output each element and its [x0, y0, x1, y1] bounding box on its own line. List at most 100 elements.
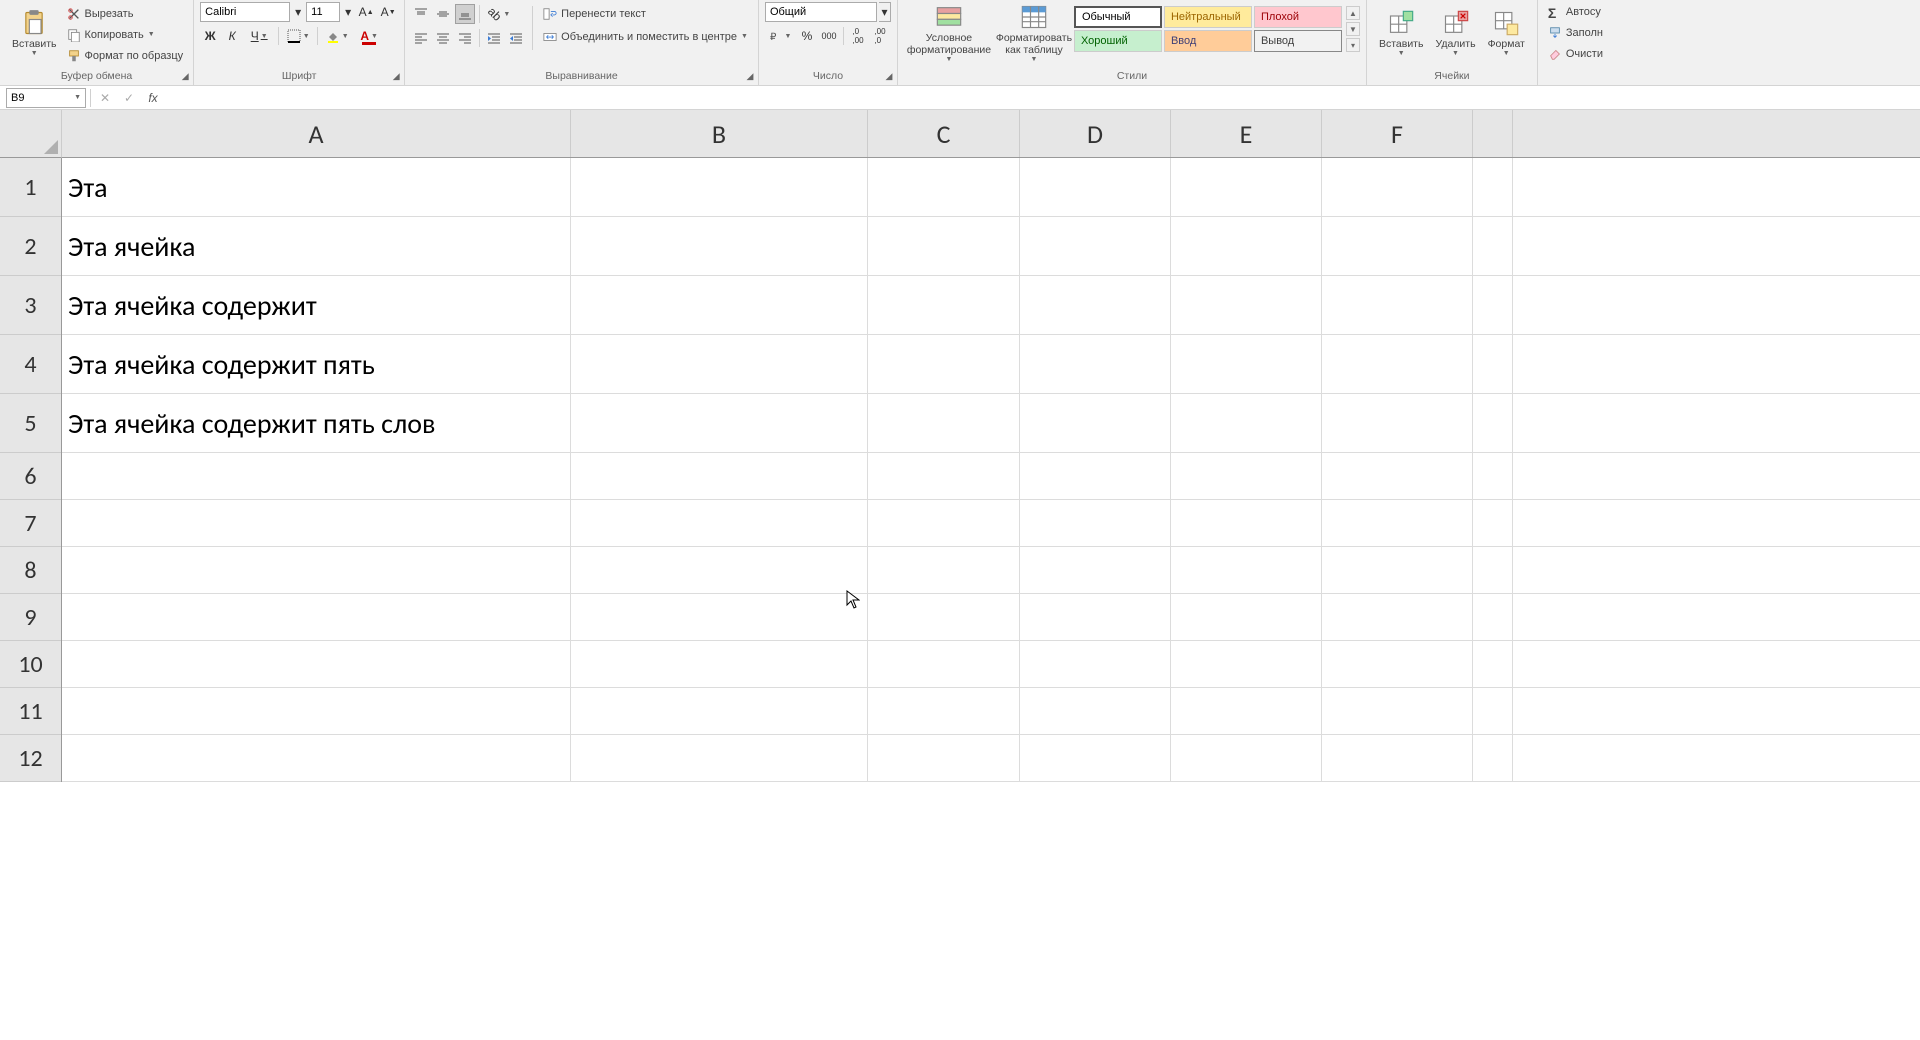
number-format-dropdown[interactable]: ▾	[879, 2, 891, 22]
cell-E4[interactable]	[1171, 335, 1322, 394]
cell-2[interactable]	[1473, 217, 1513, 276]
confirm-formula-button[interactable]: ✓	[119, 88, 139, 108]
comma-button[interactable]: 000	[819, 26, 839, 46]
cell-D9[interactable]	[1020, 594, 1171, 641]
cell-1[interactable]	[1473, 158, 1513, 217]
font-name-dropdown[interactable]: ▾	[292, 2, 304, 22]
fill-button[interactable]: Заполн	[1544, 23, 1607, 42]
row-header-2[interactable]: 2	[0, 217, 61, 276]
cell-C11[interactable]	[868, 688, 1020, 735]
delete-cells-button[interactable]: Удалить▼	[1429, 2, 1481, 64]
font-size-dropdown[interactable]: ▾	[342, 2, 354, 22]
cell-11[interactable]	[1473, 688, 1513, 735]
cell-B9[interactable]	[571, 594, 868, 641]
cell-D10[interactable]	[1020, 641, 1171, 688]
style-neutral[interactable]: Нейтральный	[1164, 6, 1252, 28]
decrease-indent-button[interactable]	[484, 28, 504, 48]
cut-button[interactable]: Вырезать	[63, 4, 188, 23]
number-dialog-launcher[interactable]: ◢	[883, 70, 895, 82]
cell-A6[interactable]	[62, 453, 571, 500]
cell-C6[interactable]	[868, 453, 1020, 500]
cell-C3[interactable]	[868, 276, 1020, 335]
row-header-6[interactable]: 6	[0, 453, 61, 500]
cell-E6[interactable]	[1171, 453, 1322, 500]
cell-C12[interactable]	[868, 735, 1020, 782]
cell-D12[interactable]	[1020, 735, 1171, 782]
increase-indent-button[interactable]	[506, 28, 526, 48]
italic-button[interactable]: К	[222, 26, 242, 46]
decrease-font-button[interactable]: A▼	[378, 2, 398, 22]
cell-A11[interactable]	[62, 688, 571, 735]
align-bottom-button[interactable]	[455, 4, 475, 24]
cell-D1[interactable]	[1020, 158, 1171, 217]
increase-decimal-button[interactable]: ,0,00	[848, 26, 868, 46]
name-box[interactable]: B9 ▼	[6, 88, 86, 108]
underline-button[interactable]: Ч▼	[244, 26, 274, 46]
cell-D2[interactable]	[1020, 217, 1171, 276]
cell-F3[interactable]	[1322, 276, 1473, 335]
align-middle-button[interactable]	[433, 4, 453, 24]
cell-D8[interactable]	[1020, 547, 1171, 594]
cell-E12[interactable]	[1171, 735, 1322, 782]
cell-A2[interactable]: Эта ячейка	[62, 217, 571, 276]
alignment-dialog-launcher[interactable]: ◢	[744, 70, 756, 82]
insert-cells-button[interactable]: Вставить▼	[1373, 2, 1430, 64]
row-header-1[interactable]: 1	[0, 158, 61, 217]
clipboard-dialog-launcher[interactable]: ◢	[179, 70, 191, 82]
cell-E11[interactable]	[1171, 688, 1322, 735]
formula-input[interactable]	[167, 88, 1914, 108]
col-header-D[interactable]: D	[1020, 110, 1171, 157]
cell-D5[interactable]	[1020, 394, 1171, 453]
cell-E7[interactable]	[1171, 500, 1322, 547]
cell-F5[interactable]	[1322, 394, 1473, 453]
cell-F4[interactable]	[1322, 335, 1473, 394]
cell-5[interactable]	[1473, 394, 1513, 453]
col-header-F[interactable]: F	[1322, 110, 1473, 157]
font-dialog-launcher[interactable]: ◢	[390, 70, 402, 82]
row-header-3[interactable]: 3	[0, 276, 61, 335]
cell-F7[interactable]	[1322, 500, 1473, 547]
cell-F1[interactable]	[1322, 158, 1473, 217]
cell-B4[interactable]	[571, 335, 868, 394]
cell-F8[interactable]	[1322, 547, 1473, 594]
row-header-9[interactable]: 9	[0, 594, 61, 641]
styles-scroll-down[interactable]: ▼	[1346, 22, 1360, 36]
row-header-10[interactable]: 10	[0, 641, 61, 688]
style-input[interactable]: Ввод	[1164, 30, 1252, 52]
wrap-text-button[interactable]: Перенести текст	[539, 4, 752, 23]
cell-F6[interactable]	[1322, 453, 1473, 500]
cell-E2[interactable]	[1171, 217, 1322, 276]
merge-center-button[interactable]: Объединить и поместить в центре ▼	[539, 27, 752, 46]
cell-A10[interactable]	[62, 641, 571, 688]
row-header-12[interactable]: 12	[0, 735, 61, 782]
cell-F11[interactable]	[1322, 688, 1473, 735]
cell-A5[interactable]: Эта ячейка содержит пять слов	[62, 394, 571, 453]
col-header-A[interactable]: A	[62, 110, 571, 157]
align-left-button[interactable]	[411, 28, 431, 48]
cell-B11[interactable]	[571, 688, 868, 735]
cell-A12[interactable]	[62, 735, 571, 782]
conditional-formatting-button[interactable]: Условное форматирование▼	[904, 2, 994, 64]
cell-B7[interactable]	[571, 500, 868, 547]
cell-4[interactable]	[1473, 335, 1513, 394]
cell-C7[interactable]	[868, 500, 1020, 547]
cell-12[interactable]	[1473, 735, 1513, 782]
styles-more[interactable]: ▾	[1346, 38, 1360, 52]
cell-B1[interactable]	[571, 158, 868, 217]
style-bad[interactable]: Плохой	[1254, 6, 1342, 28]
cell-C9[interactable]	[868, 594, 1020, 641]
cell-D6[interactable]	[1020, 453, 1171, 500]
cell-7[interactable]	[1473, 500, 1513, 547]
cell-A7[interactable]	[62, 500, 571, 547]
cell-A1[interactable]: Эта	[62, 158, 571, 217]
font-color-button[interactable]: A▼	[354, 26, 384, 46]
format-painter-button[interactable]: Формат по образцу	[63, 46, 188, 65]
font-name-select[interactable]	[200, 2, 290, 22]
align-right-button[interactable]	[455, 28, 475, 48]
format-cells-button[interactable]: Формат▼	[1482, 2, 1531, 64]
cell-A8[interactable]	[62, 547, 571, 594]
percent-button[interactable]: %	[797, 26, 817, 46]
cell-C5[interactable]	[868, 394, 1020, 453]
cell-A4[interactable]: Эта ячейка содержит пять	[62, 335, 571, 394]
cell-E9[interactable]	[1171, 594, 1322, 641]
